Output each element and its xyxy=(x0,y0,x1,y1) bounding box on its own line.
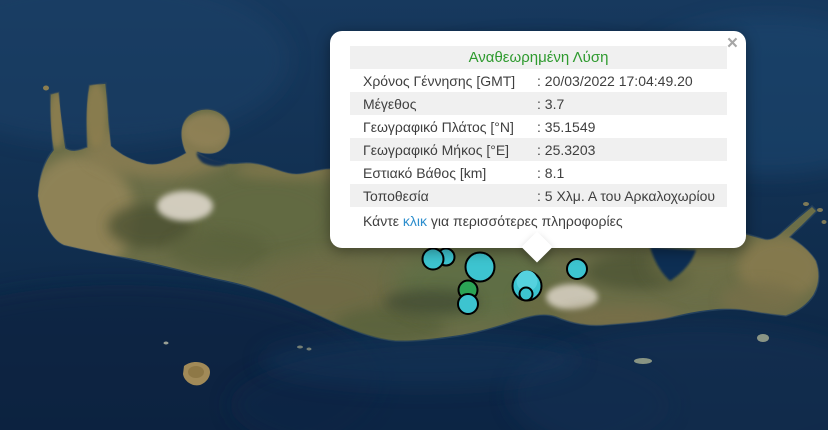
earthquake-marker[interactable] xyxy=(421,247,445,271)
gramvousa-islet xyxy=(43,85,49,91)
popup-row-value: : 35.1549 xyxy=(537,118,596,135)
popup-row: Εστιακό Βάθος [km] : 8.1 xyxy=(350,161,727,184)
cape-sideros-islet xyxy=(817,208,823,212)
koufonisi-islet xyxy=(757,334,769,342)
earthquake-marker[interactable] xyxy=(518,286,534,302)
cape-sideros-islet xyxy=(821,220,827,224)
cape-sideros-islet xyxy=(803,202,809,206)
earthquake-marker[interactable] xyxy=(566,258,588,280)
paximadia-islet xyxy=(297,345,303,349)
earthquake-popup: × Αναθεωρημένη Λύση Χρόνος Γέννησης [GMT… xyxy=(330,31,746,263)
popup-content: Αναθεωρημένη Λύση Χρόνος Γέννησης [GMT]:… xyxy=(350,46,727,229)
popup-row: Τοποθεσία : 5 Χλμ. Α του Αρκαλοχωρίου xyxy=(350,184,727,207)
popup-table-rows: Χρόνος Γέννησης [GMT] : 20/03/2022 17:04:… xyxy=(350,69,727,207)
popup-footer-prefix: Κάντε xyxy=(363,213,403,229)
popup-row-label: Γεωγραφικό Πλάτος [°N] xyxy=(363,118,514,135)
popup-footer-suffix: για περισσότερες πληροφορίες xyxy=(427,213,623,229)
popup-row-label: Τοποθεσία xyxy=(363,187,429,204)
popup-row-label: Εστιακό Βάθος [km] xyxy=(363,164,487,181)
popup-row: Γεωγραφικό Πλάτος [°N] : 35.1549 xyxy=(350,115,727,138)
popup-footer: Κάντε κλικ για περισσότερες πληροφορίες xyxy=(363,213,727,229)
popup-row: Γεωγραφικό Μήκος [°E] : 25.3203 xyxy=(350,138,727,161)
map-app: × Αναθεωρημένη Λύση Χρόνος Γέννησης [GMT… xyxy=(0,0,828,430)
popup-close-button[interactable]: × xyxy=(727,34,738,53)
popup-row-label: Χρόνος Γέννησης [GMT] xyxy=(363,72,516,89)
gavdopoula-islet xyxy=(163,341,169,345)
popup-row-value: : 20/03/2022 17:04:49.20 xyxy=(537,72,693,89)
gavdos-highland xyxy=(188,366,204,378)
popup-row-value: : 25.3203 xyxy=(537,141,596,158)
popup-row: Μέγεθος : 3.7 xyxy=(350,92,727,115)
popup-row-value: : 3.7 xyxy=(537,95,565,112)
popup-row-value: : 8.1 xyxy=(537,164,565,181)
earthquake-marker[interactable] xyxy=(464,251,496,283)
popup-row-value: : 5 Χλμ. Α του Αρκαλοχωρίου xyxy=(537,187,716,204)
popup-title: Αναθεωρημένη Λύση xyxy=(350,46,727,69)
paximadia-islet xyxy=(306,347,312,351)
popup-more-info-link[interactable]: κλικ xyxy=(403,213,427,229)
chrysi-islet xyxy=(634,358,652,364)
earthquake-marker[interactable] xyxy=(457,293,479,315)
popup-row: Χρόνος Γέννησης [GMT] : 20/03/2022 17:04:… xyxy=(350,69,727,92)
popup-row-label: Γεωγραφικό Μήκος [°E] xyxy=(363,141,510,158)
popup-row-label: Μέγεθος xyxy=(363,95,417,112)
